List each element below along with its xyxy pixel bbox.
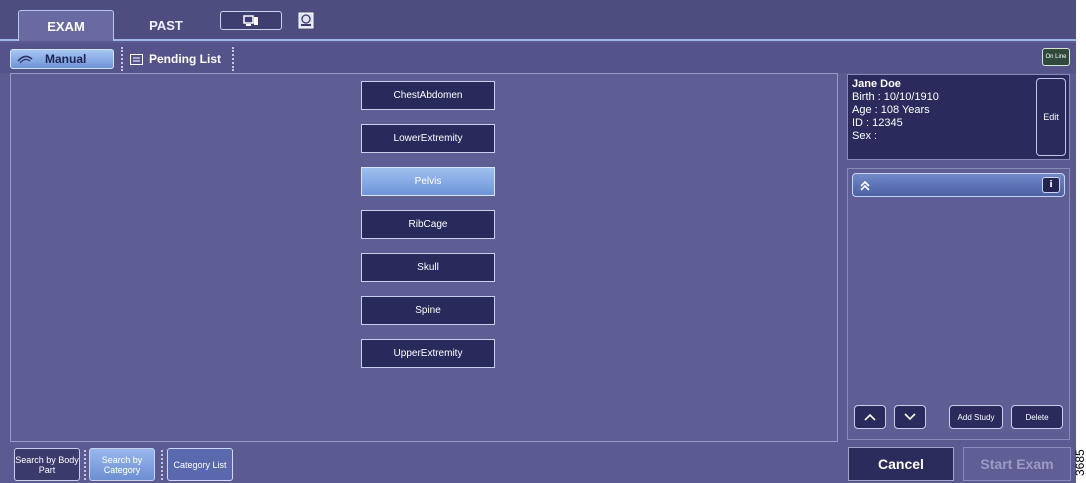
category-list-button[interactable]: Category List	[167, 448, 233, 481]
body-part-label: RibCage	[408, 219, 448, 230]
search-by-category-button[interactable]: Search by Category	[89, 448, 155, 481]
body-part-button[interactable]: LowerExtremity	[361, 124, 495, 153]
body-part-button[interactable]: RibCage	[361, 210, 495, 239]
monitor-tab[interactable]	[220, 11, 282, 30]
disc-icon	[298, 12, 314, 29]
tab-exam[interactable]: EXAM	[18, 10, 114, 41]
tab-past[interactable]: PAST	[122, 10, 210, 41]
body-part-label: LowerExtremity	[393, 133, 463, 144]
disc-tab[interactable]	[296, 11, 316, 30]
divider	[161, 450, 163, 480]
manual-label: Manual	[45, 52, 87, 66]
move-up-button[interactable]	[854, 405, 886, 429]
divider	[84, 450, 86, 480]
body-part-button[interactable]: Skull	[361, 253, 495, 282]
online-status-badge[interactable]: On Line	[1042, 48, 1070, 66]
exam-window: EXAM PAST Manual Pending List On Line Ch…	[0, 0, 1076, 483]
body-part-button[interactable]: ChestAbdomen	[361, 81, 495, 110]
start-exam-button[interactable]: Start Exam	[963, 447, 1071, 481]
patient-info-panel: Jane Doe Birth : 10/10/1910 Age : 108 Ye…	[847, 74, 1070, 160]
list-icon	[130, 53, 143, 65]
pending-list-label: Pending List	[149, 52, 221, 66]
divider	[232, 47, 234, 71]
body-part-label: Spine	[415, 305, 441, 316]
body-part-label: UpperExtremity	[393, 348, 463, 359]
eye-icon	[17, 55, 33, 64]
body-part-label: ChestAbdomen	[393, 90, 463, 101]
chevron-down-icon	[904, 413, 916, 421]
figure-number: 3685	[1073, 449, 1086, 476]
patient-age: Age : 108 Years	[852, 104, 930, 116]
divider	[121, 47, 123, 71]
search-by-body-part-button[interactable]: Search by Body Part	[14, 448, 80, 481]
study-row[interactable]: i	[852, 173, 1065, 197]
body-part-label: Pelvis	[414, 176, 442, 187]
move-down-button[interactable]	[894, 405, 926, 429]
patient-id: ID : 12345	[852, 117, 903, 129]
double-chevron-up-icon[interactable]	[859, 180, 871, 192]
body-part-button[interactable]: Spine	[361, 296, 495, 325]
cancel-button[interactable]: Cancel	[848, 447, 954, 481]
top-tab-bar: EXAM PAST	[0, 0, 1076, 41]
patient-sex: Sex :	[852, 130, 878, 142]
sub-tab-bar: Manual Pending List	[0, 43, 1076, 73]
monitor-icon	[243, 14, 258, 26]
body-part-button-selected[interactable]: Pelvis	[361, 167, 495, 196]
add-study-button[interactable]: Add Study	[949, 405, 1003, 429]
patient-name: Jane Doe	[852, 78, 901, 90]
manual-button[interactable]: Manual	[10, 49, 114, 69]
pending-list-button[interactable]: Pending List	[130, 49, 221, 69]
delete-button[interactable]: Delete	[1011, 405, 1063, 429]
body-part-label: Skull	[417, 262, 439, 273]
patient-birth: Birth : 10/10/1910	[852, 91, 939, 103]
body-part-panel: ChestAbdomen LowerExtremity Pelvis RibCa…	[10, 73, 838, 442]
edit-patient-button[interactable]: Edit	[1036, 78, 1066, 156]
study-panel: i Add Study Delete	[847, 168, 1070, 440]
info-button[interactable]: i	[1042, 177, 1060, 193]
chevron-up-icon	[864, 413, 876, 421]
body-part-button[interactable]: UpperExtremity	[361, 339, 495, 368]
